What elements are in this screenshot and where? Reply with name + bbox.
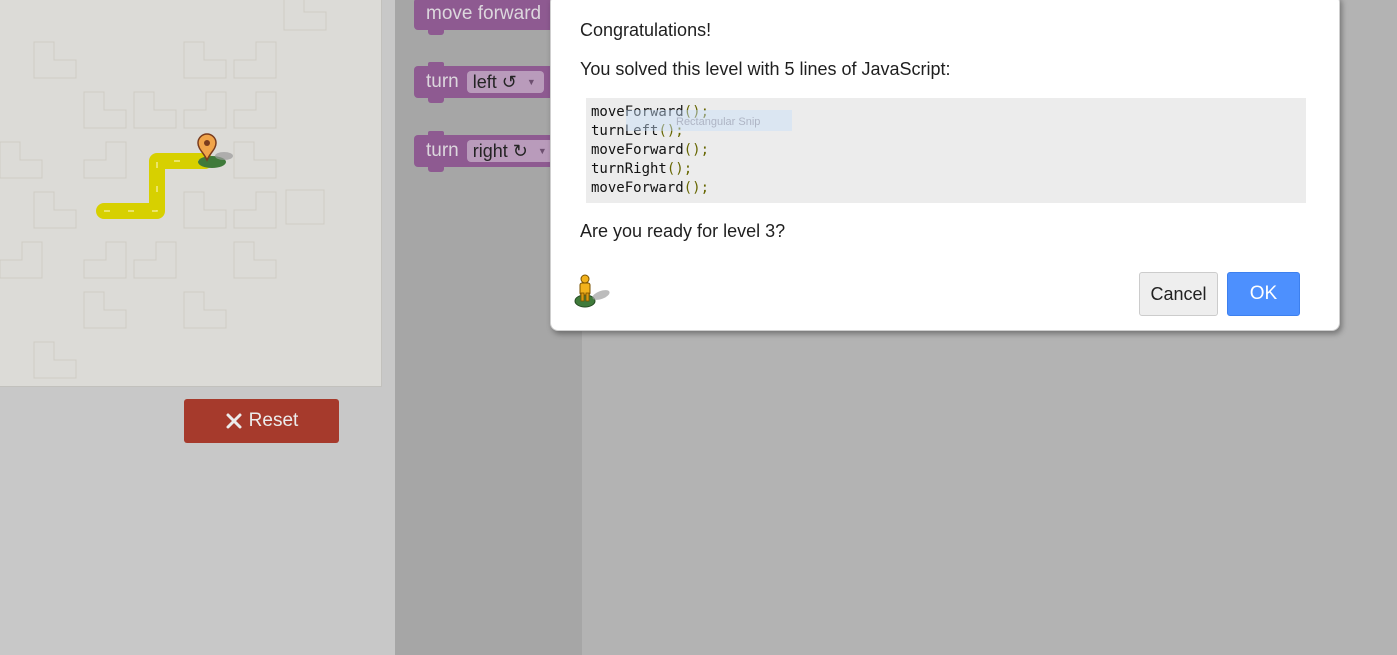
dialog-title: Congratulations! [580,20,712,40]
maze-wall [183,291,227,329]
reset-label: Reset [248,410,299,431]
dialog-question: Are you ready for level 3? [580,221,786,241]
maze-wall [233,41,277,79]
maze-canvas [0,0,382,387]
maze-wall [0,141,43,179]
block-label: turn [426,140,459,161]
direction-dropdown[interactable]: left ↺ ▼ [466,71,544,93]
block-notch [428,29,444,35]
maze-wall [233,191,277,229]
code-box: moveForward(); turnLeft(); moveForward()… [586,98,1306,203]
code-call: turnRight [591,161,667,177]
dialog-solved-text: You solved this level with 5 lines of Ja… [580,59,951,79]
maze-wall [83,141,127,179]
congratulations-dialog: Congratulations! You solved this level w… [550,0,1340,331]
dropdown-value: right ↻ [472,140,528,161]
block-notch [428,166,444,172]
code-line: moveForward(); [591,141,1306,160]
dropdown-value: left ↺ [472,71,517,92]
code-paren: (); [683,180,710,196]
code-line: moveForward(); [591,179,1306,198]
maze-path [96,153,213,219]
reset-button[interactable]: Reset [184,399,339,443]
maze-wall [233,91,277,129]
maze-wall [183,41,227,79]
maze-wall [233,141,277,179]
map-marker-icon [197,133,233,168]
maze-wall [33,191,77,229]
maze-wall [183,91,227,129]
maze-wall [0,241,43,279]
block-label: turn [426,71,459,92]
dropdown-arrow-icon: ▼ [526,77,536,87]
maze-panel: Reset [0,0,395,655]
block-notch [428,97,444,103]
maze-wall [233,241,277,279]
direction-dropdown[interactable]: right ↻ ▼ [466,140,555,162]
code-paren: (); [683,142,710,158]
maze-wall [83,91,127,129]
code-paren: (); [666,161,693,177]
maze-wall [83,291,127,329]
maze-wall [83,241,127,279]
maze-svg [0,0,327,379]
turn-right-block[interactable]: turn right ↻ ▼ [414,131,555,172]
block-label: move forward [426,3,542,24]
close-icon [225,412,243,430]
dropdown-arrow-icon: ▼ [537,146,547,156]
code-call: moveForward [591,180,684,196]
pegman-icon [573,273,613,313]
ok-button[interactable]: OK [1227,272,1300,316]
code-line: turnRight(); [591,160,1306,179]
app: Reset move forward turn left ↺ ▼ turn ri… [0,0,1397,655]
maze-wall [283,0,327,31]
maze-wall [33,341,77,379]
snip-overlay: Rectangular Snip [626,110,792,131]
turn-left-block[interactable]: turn left ↺ ▼ [414,62,554,103]
maze-wall [33,41,77,79]
maze-wall [285,189,325,225]
code-call: moveForward [591,142,684,158]
maze-wall [133,241,177,279]
cancel-button[interactable]: Cancel [1139,272,1218,316]
maze-wall [183,191,227,229]
maze-wall [133,91,177,129]
move-forward-block[interactable]: move forward [414,0,554,35]
